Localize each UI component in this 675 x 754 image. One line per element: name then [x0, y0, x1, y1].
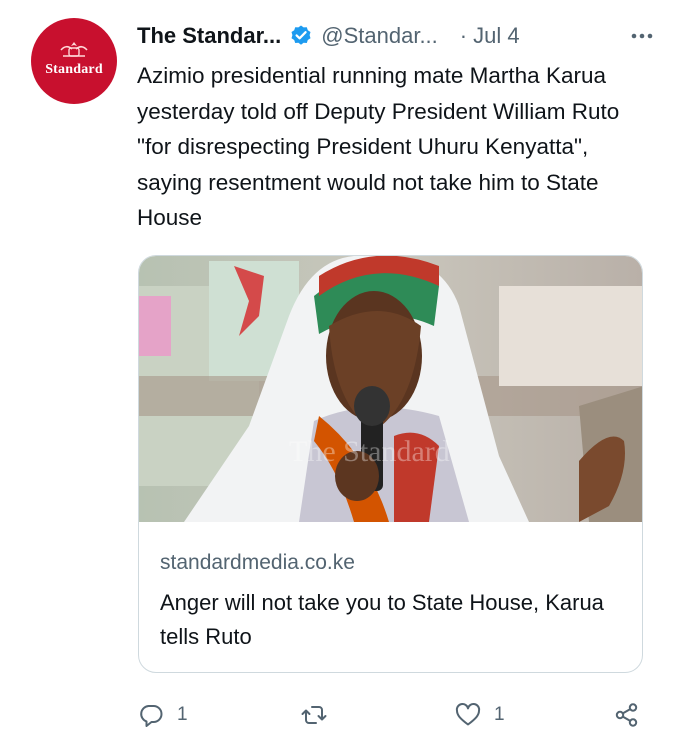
avatar-wordmark: Standard: [45, 62, 103, 77]
tweet[interactable]: Standard The Standar... @Standar... · Ju…: [0, 0, 675, 754]
tweet-text: Azimio presidential running mate Martha …: [137, 63, 620, 230]
tweet-actions: 1 1: [137, 698, 647, 732]
tweet-date[interactable]: Jul 4: [473, 23, 519, 49]
account-handle[interactable]: @Standar...: [321, 23, 438, 49]
link-card-title[interactable]: Anger will not take you to State House, …: [160, 586, 620, 654]
verified-badge-icon: [291, 25, 311, 45]
retweet-button[interactable]: [300, 698, 340, 732]
like-count: 1: [494, 704, 505, 725]
reply-count: 1: [177, 704, 188, 725]
image-watermark: The Standard: [289, 435, 450, 468]
reply-icon: [140, 705, 163, 727]
like-button[interactable]: 1: [454, 698, 505, 732]
share-button[interactable]: [613, 698, 641, 732]
more-options-icon[interactable]: [627, 24, 657, 48]
crest-logo-icon: [60, 42, 88, 57]
link-card-domain[interactable]: standardmedia.co.ke: [160, 551, 355, 575]
link-card-image: The Standard: [139, 256, 642, 522]
dot-separator: ·: [459, 23, 468, 48]
account-name[interactable]: The Standar...: [137, 23, 281, 49]
share-icon: [615, 703, 638, 727]
retweet-icon: [301, 706, 327, 724]
link-card[interactable]: The Standard standardmedia.co.ke Anger w…: [138, 255, 643, 673]
heart-icon: [455, 702, 481, 726]
avatar[interactable]: Standard: [31, 18, 117, 104]
tweet-header: The Standar... @Standar... · Jul 4: [137, 18, 657, 54]
reply-button[interactable]: 1: [137, 698, 188, 732]
